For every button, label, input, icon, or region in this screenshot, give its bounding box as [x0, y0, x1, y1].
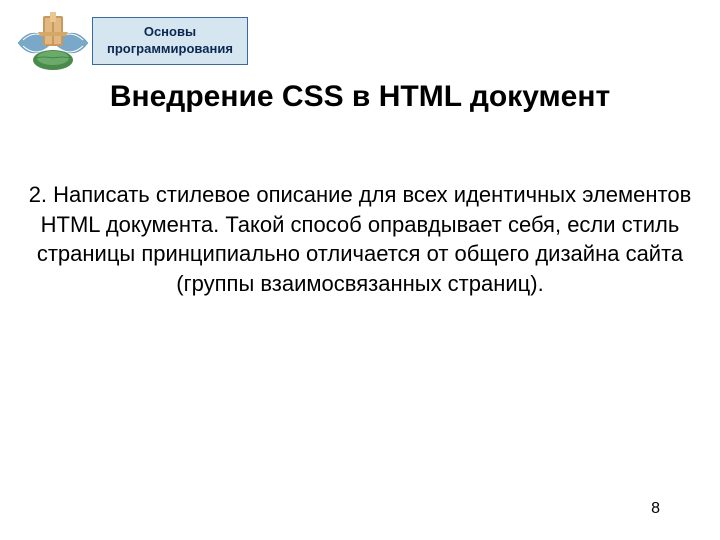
- slide-title: Внедрение CSS в HTML документ: [0, 80, 720, 114]
- page-number: 8: [651, 500, 660, 518]
- logo-emblem: [8, 8, 98, 78]
- header-badge: Основы программирования: [92, 17, 248, 65]
- header-badge-line2: программирования: [107, 41, 233, 58]
- header: Основы программирования: [8, 8, 248, 78]
- slide-body: 2. Написать стилевое описание для всех и…: [28, 180, 692, 299]
- header-badge-line1: Основы: [107, 24, 233, 41]
